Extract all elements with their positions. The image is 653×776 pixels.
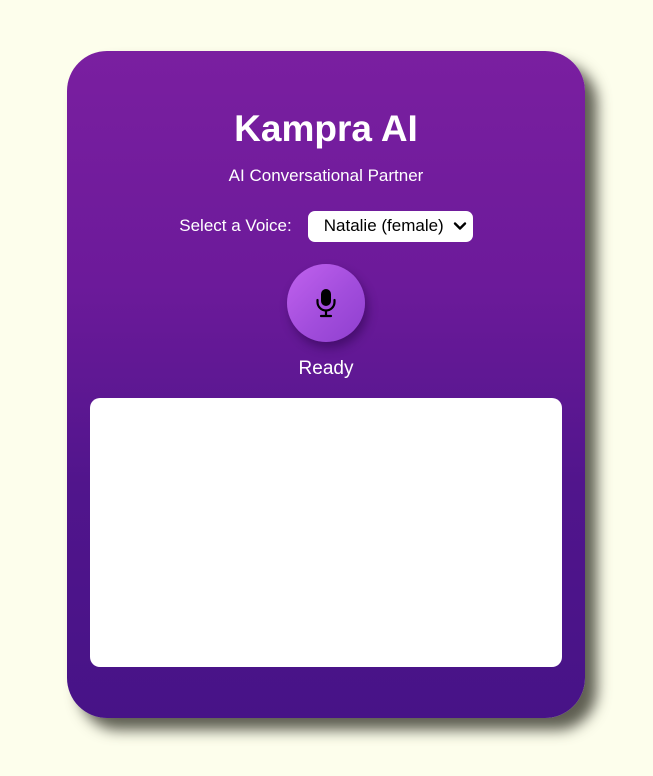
conversation-panel — [90, 398, 562, 667]
voice-select-label: Select a Voice: — [179, 216, 292, 235]
app-title: Kampra AI — [234, 108, 418, 149]
app-card: Kampra AI AI Conversational Partner Sele… — [67, 51, 585, 718]
chevron-down-icon — [453, 222, 466, 230]
voice-select[interactable]: Natalie (female) — [307, 210, 473, 242]
microphone-button[interactable] — [287, 264, 365, 342]
microphone-icon — [316, 289, 336, 318]
status-text: Ready — [298, 358, 354, 379]
app-subtitle: AI Conversational Partner — [228, 166, 424, 185]
voice-selector-row: Select a Voice: Natalie (female) — [67, 210, 585, 242]
voice-select-value: Natalie (female) — [323, 216, 444, 235]
